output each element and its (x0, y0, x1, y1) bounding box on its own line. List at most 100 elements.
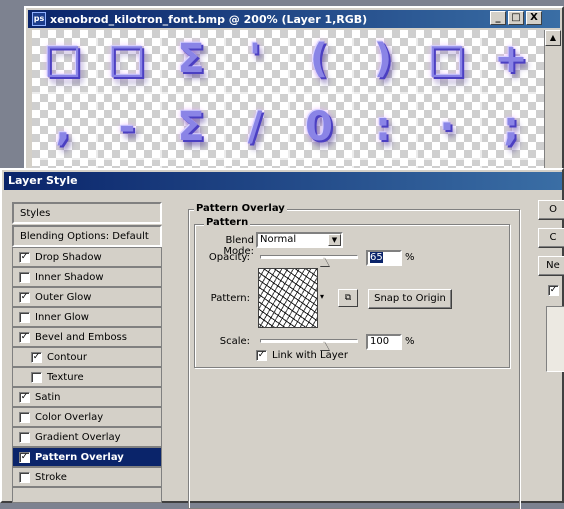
font-glyph: Σ (177, 104, 205, 150)
opacity-unit: % (405, 252, 415, 263)
minimize-button[interactable]: _ (490, 11, 506, 25)
font-glyph: , (55, 104, 71, 150)
grid-divider (96, 30, 98, 176)
style-item-pattern-overlay[interactable]: ✓ Pattern Overlay (12, 447, 162, 467)
style-item-label: Inner Glow (35, 311, 89, 323)
scale-slider-track[interactable] (260, 339, 358, 343)
style-item-drop-shadow[interactable]: ✓ Drop Shadow (12, 247, 162, 267)
link-with-layer-option[interactable]: ✓ Link with Layer (256, 350, 348, 361)
font-glyph: : (375, 104, 391, 150)
styles-header-label: Styles (20, 207, 51, 219)
ok-button[interactable]: O (538, 200, 564, 220)
style-item-stroke[interactable]: Stroke (12, 467, 162, 487)
document-title-bar[interactable]: ps xenobrod_kilotron_font.bmp @ 200% (La… (28, 10, 560, 28)
font-glyph: ) (373, 36, 393, 82)
font-glyph: + (494, 36, 528, 82)
pattern-picker-arrow[interactable]: ▾ (320, 292, 324, 301)
bevel-emboss-checkbox[interactable]: ✓ (19, 331, 30, 343)
snap-to-origin-button[interactable]: Snap to Origin (368, 289, 452, 309)
cancel-button[interactable]: C (538, 228, 564, 248)
maximize-button[interactable]: □ (508, 11, 524, 25)
vertical-scrollbar[interactable]: ▲ (544, 30, 561, 176)
font-glyph: ( (309, 36, 329, 82)
document-canvas[interactable]: □ □ Σ ' ( ) □ + , - Σ / 0 : · ; (32, 30, 544, 176)
opacity-input[interactable]: 65 (366, 250, 402, 266)
font-glyph: - (118, 104, 136, 150)
pattern-swatch[interactable] (258, 268, 318, 328)
blend-mode-select[interactable]: Normal ▼ (256, 232, 343, 248)
font-glyph: ' (248, 36, 262, 82)
style-item-bevel-emboss[interactable]: ✓ Bevel and Emboss (12, 327, 162, 347)
style-item-label: Gradient Overlay (35, 431, 121, 443)
grid-divider (288, 30, 290, 176)
opacity-label: Opacity: (208, 252, 250, 263)
opacity-slider-thumb[interactable] (318, 257, 329, 266)
new-preset-icon[interactable]: ⧉ (338, 289, 358, 307)
font-glyph: ; (503, 104, 519, 150)
new-style-button[interactable]: Ne (538, 256, 564, 276)
close-button[interactable]: X (526, 11, 542, 25)
style-item-label: Color Overlay (35, 411, 104, 423)
style-item-texture[interactable]: Texture (12, 367, 162, 387)
chevron-down-icon[interactable]: ▼ (328, 234, 341, 246)
list-filler (12, 487, 162, 503)
style-item-inner-shadow[interactable]: Inner Shadow (12, 267, 162, 287)
scale-unit: % (405, 336, 415, 347)
preview-checkbox[interactable]: ✓ (548, 285, 559, 296)
pattern-label: Pattern: (210, 293, 250, 304)
blend-mode-value: Normal (260, 234, 297, 245)
style-item-inner-glow[interactable]: Inner Glow (12, 307, 162, 327)
gradient-overlay-checkbox[interactable] (19, 431, 30, 443)
window-buttons: _ □ X (490, 11, 542, 25)
stroke-checkbox[interactable] (19, 471, 30, 483)
style-item-label: Texture (47, 371, 84, 383)
link-with-layer-checkbox[interactable]: ✓ (256, 350, 267, 361)
dialog-title[interactable]: Layer Style (4, 172, 562, 190)
styles-header[interactable]: Styles (12, 202, 162, 224)
style-preview-box (546, 306, 564, 372)
scale-value: 100 (370, 336, 390, 347)
scale-input[interactable]: 100 (366, 334, 402, 350)
color-overlay-checkbox[interactable] (19, 411, 30, 423)
texture-checkbox[interactable] (31, 371, 42, 383)
pattern-overlay-checkbox[interactable]: ✓ (19, 451, 30, 463)
drop-shadow-checkbox[interactable]: ✓ (19, 251, 30, 263)
scroll-up-icon[interactable]: ▲ (545, 30, 561, 46)
satin-checkbox[interactable]: ✓ (19, 391, 30, 403)
style-item-contour[interactable]: ✓ Contour (12, 347, 162, 367)
scale-slider-thumb[interactable] (319, 341, 329, 350)
styles-list: Styles Blending Options: Default ✓ Drop … (12, 200, 164, 503)
style-item-color-overlay[interactable]: Color Overlay (12, 407, 162, 427)
section-title: Pattern Overlay (194, 203, 287, 214)
style-item-label: Drop Shadow (35, 251, 102, 263)
style-item-label: Outer Glow (35, 291, 92, 303)
inner-shadow-checkbox[interactable] (19, 271, 30, 283)
photoshop-doc-icon: ps (32, 12, 46, 26)
style-item-satin[interactable]: ✓ Satin (12, 387, 162, 407)
outer-glow-checkbox[interactable]: ✓ (19, 291, 30, 303)
style-item-label: Inner Shadow (35, 271, 104, 283)
style-item-label: Bevel and Emboss (35, 331, 127, 343)
font-glyph: □ (108, 36, 146, 82)
style-item-label: Stroke (35, 471, 67, 483)
contour-checkbox[interactable]: ✓ (31, 351, 42, 363)
grid-divider (160, 30, 162, 176)
blending-options-item[interactable]: Blending Options: Default (12, 225, 162, 247)
font-glyph: □ (428, 36, 466, 82)
style-item-label: Pattern Overlay (35, 451, 124, 463)
grid-divider (352, 30, 354, 176)
style-item-gradient-overlay[interactable]: Gradient Overlay (12, 427, 162, 447)
blending-options-label: Blending Options: Default (20, 230, 149, 242)
opacity-slider-track[interactable] (260, 255, 358, 259)
style-item-label: Satin (35, 391, 61, 403)
style-item-outer-glow[interactable]: ✓ Outer Glow (12, 287, 162, 307)
link-with-layer-label: Link with Layer (272, 350, 348, 361)
grid-divider (480, 30, 482, 176)
inner-glow-checkbox[interactable] (19, 311, 30, 323)
font-glyph: □ (44, 36, 82, 82)
document-window: ps xenobrod_kilotron_font.bmp @ 200% (La… (24, 6, 564, 176)
font-glyph: · (439, 104, 455, 150)
opacity-value: 65 (370, 252, 383, 263)
grid-divider (416, 30, 418, 176)
scale-label: Scale: (219, 336, 250, 347)
